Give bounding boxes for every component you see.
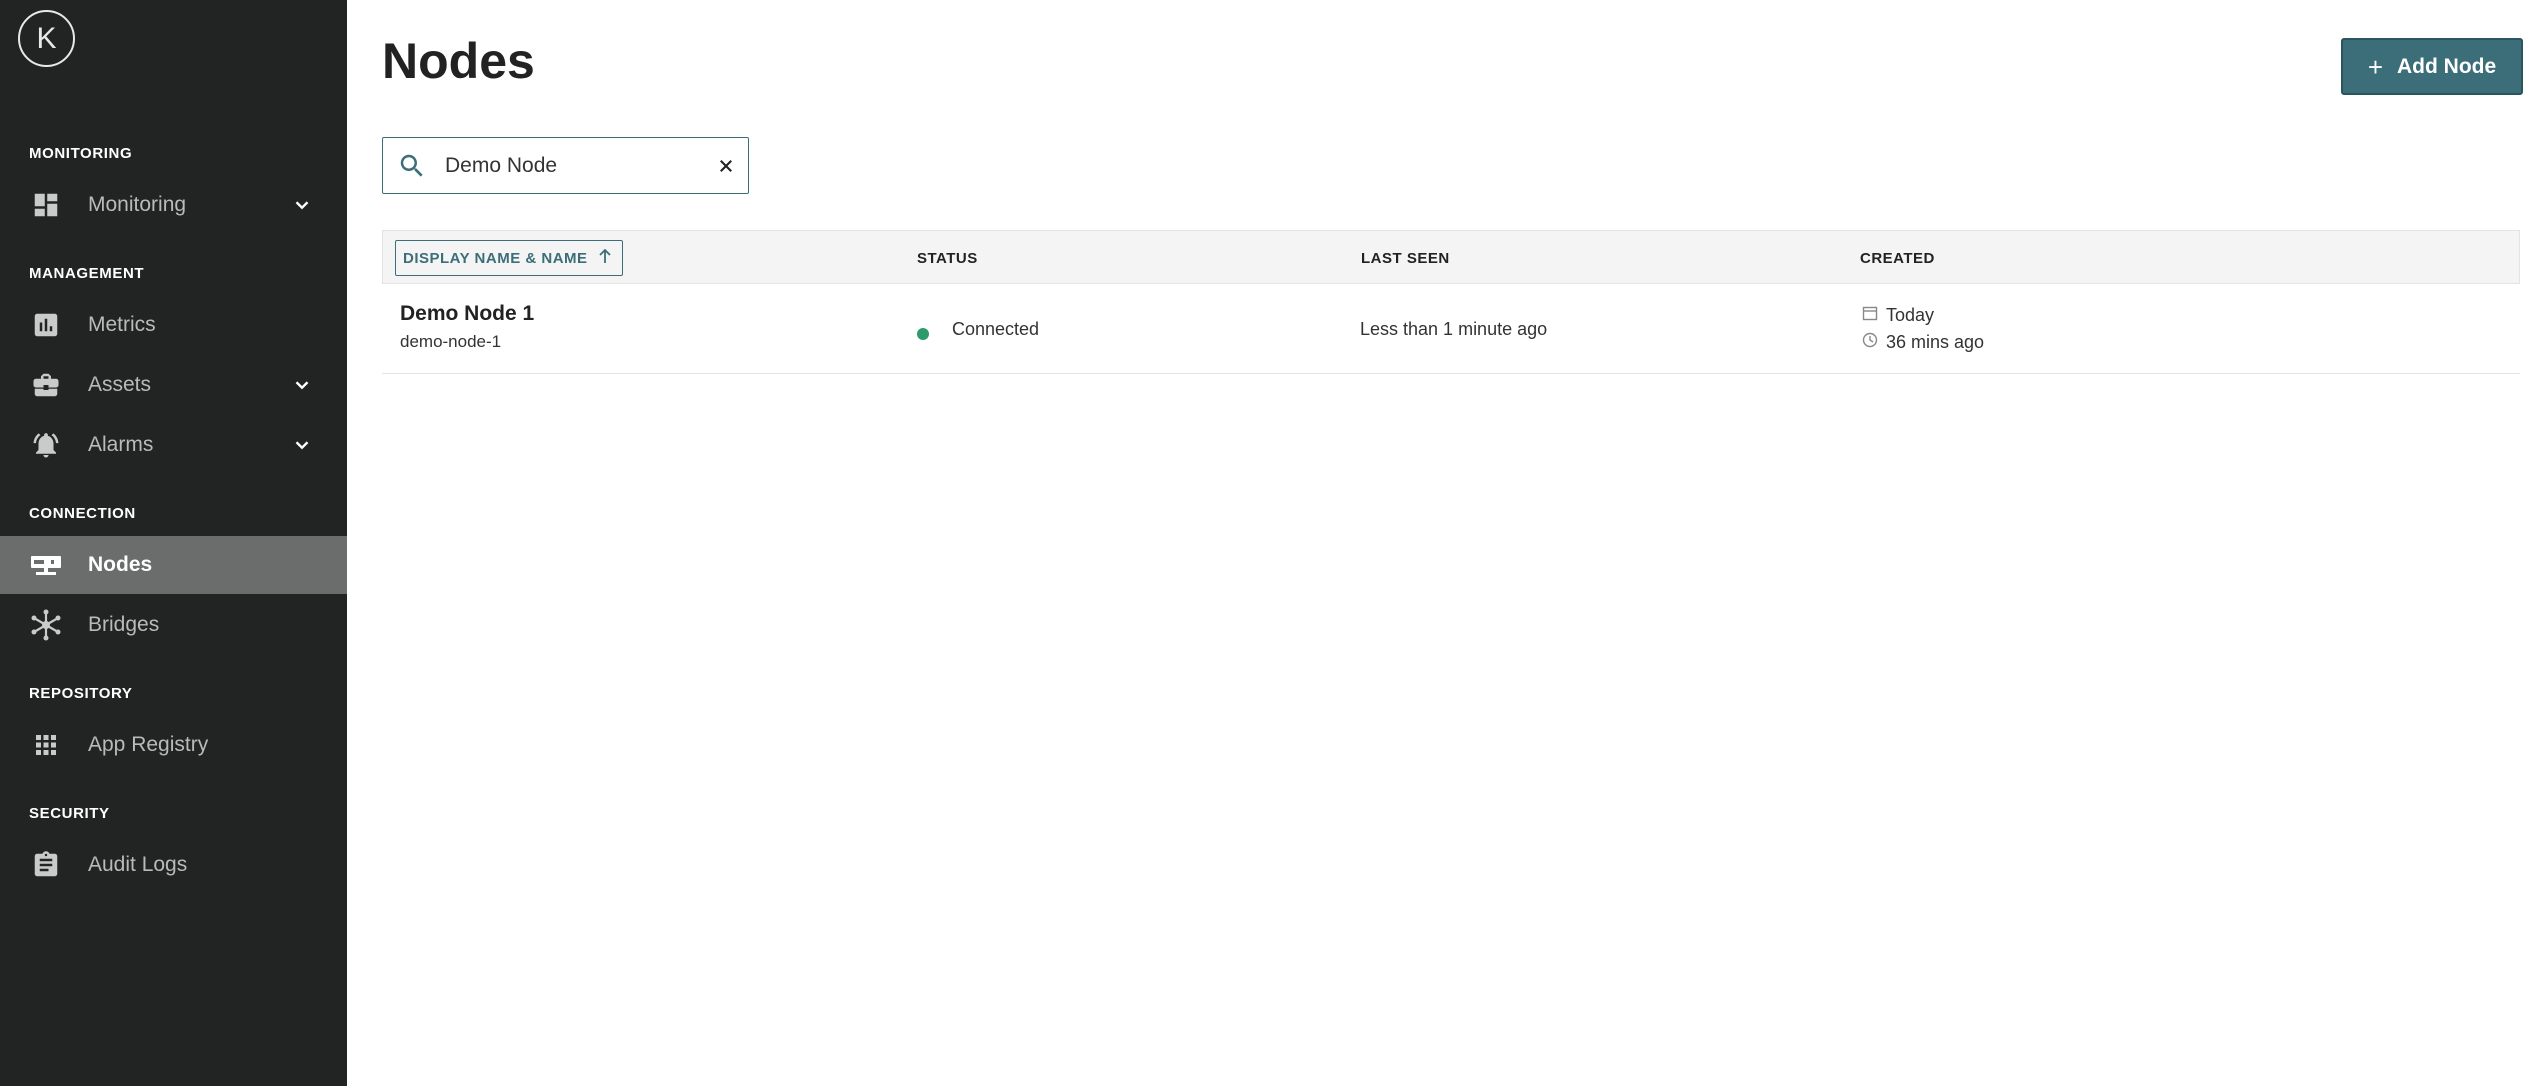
sidebar-item-bridges[interactable]: Bridges <box>0 596 347 654</box>
search-icon <box>397 151 427 181</box>
node-display-name[interactable]: Demo Node 1 <box>400 302 534 326</box>
column-header-status[interactable]: STATUS <box>917 231 978 285</box>
page-title: Nodes <box>382 33 535 89</box>
sidebar-item-label: Audit Logs <box>88 853 188 876</box>
section-label-monitoring: MONITORING <box>29 145 133 162</box>
sidebar-item-assets[interactable]: Assets <box>0 356 347 414</box>
clipboard-icon <box>30 849 62 881</box>
sidebar-item-app-registry[interactable]: App Registry <box>0 716 347 774</box>
section-label-repository: REPOSITORY <box>29 685 133 702</box>
section-label-management: MANAGEMENT <box>29 265 145 282</box>
plus-icon: + <box>2367 51 2384 82</box>
add-node-button[interactable]: + Add Node <box>2341 38 2523 95</box>
main-content: Nodes + Add Node DISPLAY NAME & NAME <box>347 0 2537 1086</box>
node-name-cell: Demo Node 1 demo-node-1 <box>400 302 534 352</box>
sidebar-item-label: Monitoring <box>88 193 187 216</box>
sidebar-item-label: Alarms <box>88 433 154 456</box>
node-name: demo-node-1 <box>400 332 502 351</box>
column-header-last-seen[interactable]: LAST SEEN <box>1361 231 1450 285</box>
sidebar-item-label: Metrics <box>88 313 156 336</box>
dashboard-icon <box>30 189 62 221</box>
status-connected-dot <box>917 328 929 340</box>
sidebar-item-monitoring[interactable]: Monitoring <box>0 176 347 234</box>
sidebar-item-label: Assets <box>88 373 152 396</box>
section-label-connection: CONNECTION <box>29 505 136 522</box>
search-input[interactable] <box>445 150 695 182</box>
sidebar-item-label: Nodes <box>88 553 153 576</box>
status-text: Connected <box>952 319 1040 339</box>
app-root: K MONITORING Monitoring MANAGEMENT Metri… <box>0 0 2537 1086</box>
sidebar: K MONITORING Monitoring MANAGEMENT Metri… <box>0 0 347 1086</box>
logo-letter: K <box>36 21 57 55</box>
node-icon <box>30 549 62 581</box>
sidebar-item-alarms[interactable]: Alarms <box>0 416 347 474</box>
created-cell: Today 36 mins ago <box>1862 302 1984 356</box>
sort-by-display-name-button[interactable]: DISPLAY NAME & NAME <box>395 240 623 276</box>
arrow-up-icon <box>598 248 612 268</box>
sidebar-item-metrics[interactable]: Metrics <box>0 296 347 354</box>
search-box <box>382 137 749 194</box>
chevron-down-icon[interactable] <box>290 433 314 457</box>
bar-chart-icon <box>30 309 62 341</box>
logo[interactable]: K <box>18 10 75 67</box>
sidebar-item-label: Bridges <box>88 613 160 636</box>
chevron-down-icon[interactable] <box>290 193 314 217</box>
add-node-button-label: Add Node <box>2397 54 2497 78</box>
section-label-security: SECURITY <box>29 805 110 822</box>
clear-search-icon[interactable] <box>713 153 739 179</box>
nodes-table: DISPLAY NAME & NAME STATUS LAST SEEN CRE… <box>382 230 2520 374</box>
sidebar-item-label: App Registry <box>88 733 209 756</box>
table-header: DISPLAY NAME & NAME STATUS LAST SEEN CRE… <box>382 230 2520 284</box>
calendar-icon <box>1862 305 1878 326</box>
chevron-down-icon[interactable] <box>290 373 314 397</box>
column-header-created[interactable]: CREATED <box>1860 231 1935 285</box>
created-time: 36 mins ago <box>1886 332 1985 352</box>
briefcase-icon <box>30 369 62 401</box>
clock-icon <box>1862 332 1878 353</box>
bell-icon <box>30 429 62 461</box>
table-row[interactable]: Demo Node 1 demo-node-1 Connected Less t… <box>382 284 2520 374</box>
status-cell: Connected <box>917 319 1117 343</box>
sidebar-item-nodes[interactable]: Nodes <box>0 536 347 594</box>
grid-icon <box>30 729 62 761</box>
last-seen-text: Less than 1 minute ago <box>1360 319 1548 339</box>
column-header-display-name: DISPLAY NAME & NAME <box>403 249 588 267</box>
sidebar-item-audit-logs[interactable]: Audit Logs <box>0 836 347 894</box>
bridge-icon <box>30 609 62 641</box>
created-date: Today <box>1886 305 1935 325</box>
